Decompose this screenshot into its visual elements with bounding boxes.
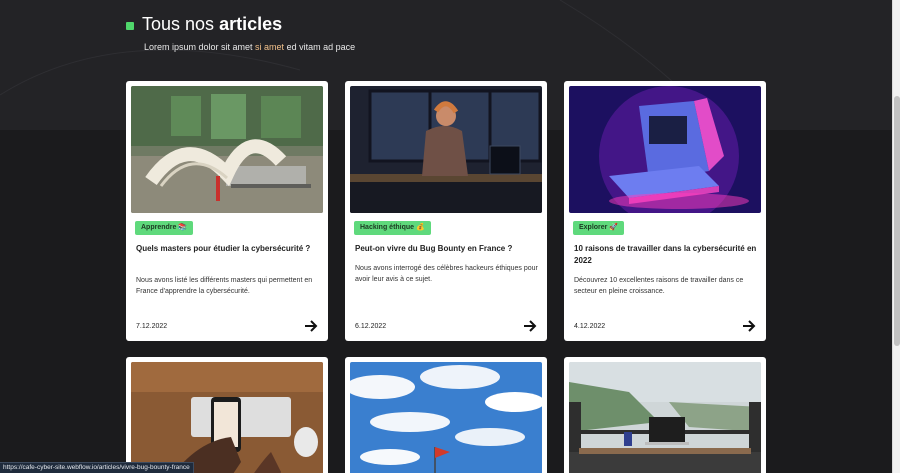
article-title[interactable]: 10 raisons de travailler dans la cybersé… xyxy=(574,243,758,267)
article-title[interactable]: Quels masters pour étudier la cybersécur… xyxy=(136,243,320,255)
article-image-retro-computer[interactable] xyxy=(569,86,761,213)
article-date: 4.12.2022 xyxy=(574,323,606,330)
article-excerpt: Nous avons interrogé des célèbres hackeu… xyxy=(355,265,538,283)
article-excerpt: Découvrez 10 excellentes raisons de trav… xyxy=(574,277,744,295)
status-url-bar: https://cafe-cyber-site.webflow.io/artic… xyxy=(0,462,194,473)
square-bullet-icon xyxy=(126,22,134,30)
article-excerpt: Nous avons listé les différents masters … xyxy=(136,277,313,295)
page-scrollbar[interactable] xyxy=(892,0,900,473)
article-card[interactable] xyxy=(126,357,328,473)
article-card[interactable]: Apprendre 📚 Quels masters pour étudier l… xyxy=(126,81,328,341)
article-image-desk-city[interactable] xyxy=(569,362,761,473)
arrow-right-icon[interactable] xyxy=(304,319,318,333)
category-tag[interactable]: Hacking éthique 💰 xyxy=(354,221,431,235)
article-image-woman-computer[interactable] xyxy=(350,86,542,213)
article-image-phone-keyboard[interactable] xyxy=(131,362,323,473)
page-title: Tous nos articles xyxy=(142,14,283,34)
article-card[interactable] xyxy=(345,357,547,473)
article-image-open-book[interactable] xyxy=(131,86,323,213)
article-date: 6.12.2022 xyxy=(355,323,387,330)
category-tag[interactable]: Explorer 🚀 xyxy=(573,221,625,235)
article-card[interactable]: Explorer 🚀 10 raisons de travailler dans… xyxy=(564,81,766,341)
arrow-right-icon[interactable] xyxy=(523,319,537,333)
section-subtitle: Lorem ipsum dolor sit amet si amet ed vi… xyxy=(144,42,356,52)
category-tag[interactable]: Apprendre 📚 xyxy=(135,221,194,235)
article-card[interactable]: Hacking éthique 💰 Peut-on vivre du Bug B… xyxy=(345,81,547,341)
article-date: 7.12.2022 xyxy=(136,323,168,330)
article-title[interactable]: Peut-on vivre du Bug Bounty en France ? xyxy=(355,243,539,255)
article-image-sky-flag[interactable] xyxy=(350,362,542,473)
arrow-right-icon[interactable] xyxy=(742,319,756,333)
scrollbar-thumb[interactable] xyxy=(894,96,900,346)
article-card[interactable] xyxy=(564,357,766,473)
